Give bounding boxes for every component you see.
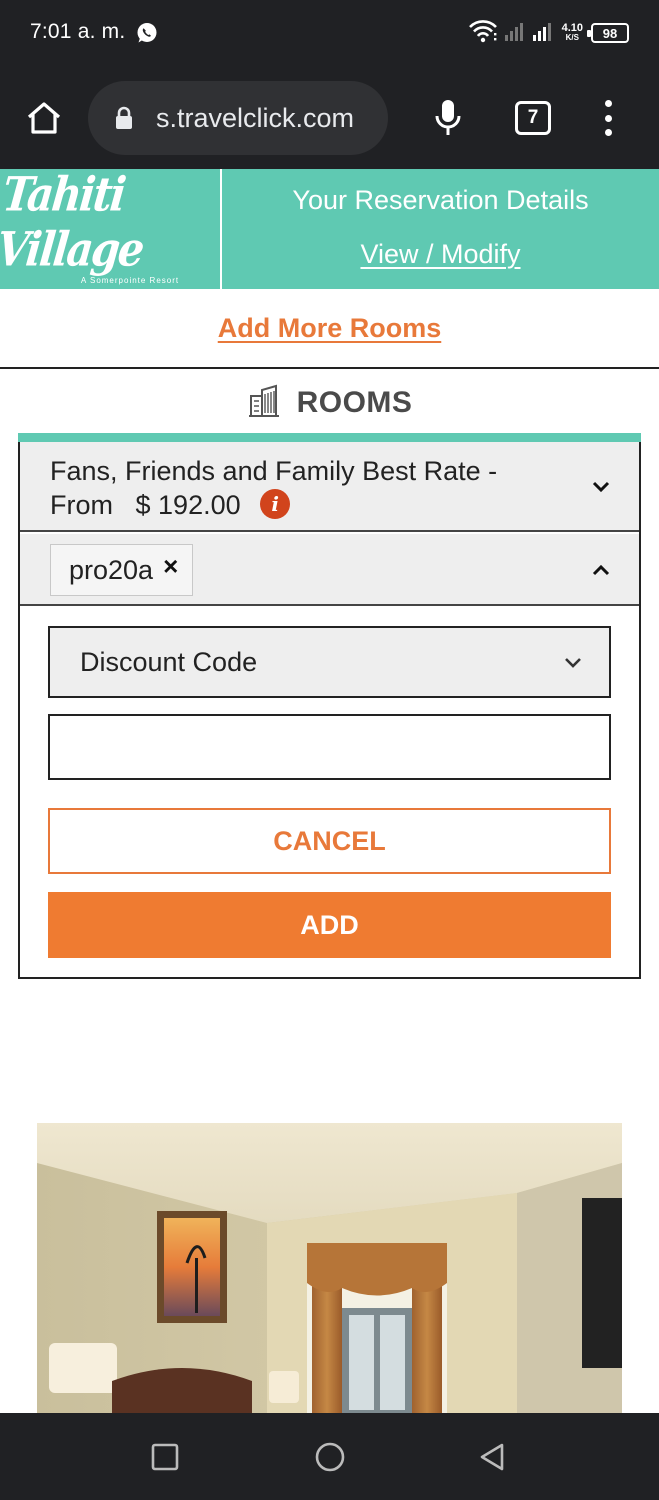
code-type-select[interactable]: Discount Code: [48, 626, 611, 698]
chevron-down-icon: [562, 652, 584, 674]
status-indicators: 4.10 K/S 98: [468, 18, 629, 48]
back-icon[interactable]: [472, 1437, 512, 1477]
whatsapp-icon: [135, 21, 159, 45]
signal-icon: [504, 20, 526, 47]
rate-price: $ 192.00: [135, 490, 241, 520]
network-speed: 4.10 K/S: [562, 23, 583, 43]
chevron-down-icon[interactable]: [590, 476, 612, 498]
view-modify-link[interactable]: View / Modify: [222, 239, 659, 270]
tab-count: 7: [527, 107, 539, 128]
promo-code-row[interactable]: pro20a ×: [20, 534, 639, 606]
cancel-button[interactable]: CANCEL: [48, 808, 611, 874]
home-circle-icon[interactable]: [310, 1437, 350, 1477]
room-photo: [37, 1123, 622, 1413]
applied-code-chip: pro20a ×: [50, 544, 194, 596]
voice-search-button[interactable]: [428, 94, 468, 142]
rate-plan-row[interactable]: Fans, Friends and Family Best Rate - Fro…: [20, 442, 639, 532]
lock-icon: [114, 105, 136, 131]
add-more-rooms-section: Add More Rooms: [0, 289, 659, 369]
mic-icon: [435, 100, 461, 135]
battery-icon: 98: [587, 23, 629, 43]
code-type-selected: Discount Code: [80, 646, 258, 677]
close-icon[interactable]: ×: [163, 553, 178, 579]
rate-plan-name: Fans, Friends and Family Best Rate -: [50, 456, 498, 486]
building-icon: [247, 384, 281, 423]
promo-code-input[interactable]: [48, 714, 611, 780]
logo-text: Tahiti Village: [0, 166, 146, 277]
network-speed-unit: K/S: [565, 33, 579, 42]
more-vert-icon[interactable]: [592, 96, 624, 140]
status-time: 7:01 a. m.: [30, 20, 126, 43]
rooms-heading: ROOMS: [0, 378, 659, 428]
applied-code-text: pro20a: [69, 554, 154, 585]
info-icon[interactable]: i: [260, 488, 291, 519]
rate-plan-text: Fans, Friends and Family Best Rate - Fro…: [50, 454, 497, 522]
home-button[interactable]: [22, 96, 66, 140]
network-speed-value: 4.10: [561, 22, 583, 34]
rooms-title: ROOMS: [296, 386, 413, 419]
panel-accent-bar: [18, 433, 641, 442]
hotel-logo[interactable]: Tahiti Village A Somerpointe Resort: [0, 166, 222, 289]
tab-switcher-button[interactable]: 7: [515, 101, 551, 135]
chevron-up-icon[interactable]: [590, 559, 612, 581]
browser-toolbar: s.travelclick.com 7: [0, 66, 659, 169]
status-bar: 7:01 a. m. 4.10 K/S 98: [0, 0, 659, 66]
wifi-icon: [468, 19, 498, 48]
address-bar[interactable]: s.travelclick.com: [88, 81, 388, 155]
reservation-details-title: Your Reservation Details: [292, 185, 589, 215]
room-rate-panel: Fans, Friends and Family Best Rate - Fro…: [18, 433, 641, 979]
system-navigation-bar: [0, 1413, 659, 1500]
battery-level: 98: [602, 25, 618, 41]
rate-plan-price-line: From $ 192.00 i: [50, 488, 497, 522]
add-more-rooms-link[interactable]: Add More Rooms: [218, 313, 442, 344]
rate-from-label: From: [50, 490, 113, 520]
site-header: Tahiti Village A Somerpointe Resort Your…: [0, 166, 659, 289]
recents-icon[interactable]: [145, 1437, 185, 1477]
url-text: s.travelclick.com: [156, 102, 355, 133]
signal-icon: [532, 20, 554, 47]
home-icon: [27, 102, 61, 134]
add-button[interactable]: ADD: [48, 892, 611, 958]
